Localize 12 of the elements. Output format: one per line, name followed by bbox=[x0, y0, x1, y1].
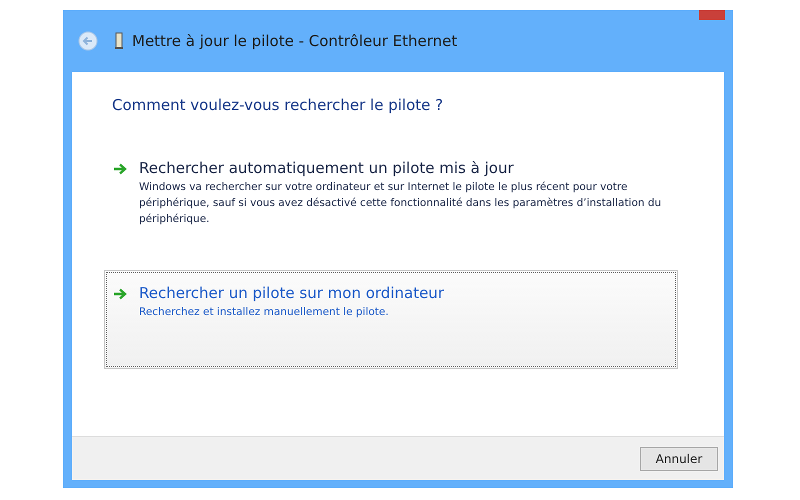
option-title: Rechercher automatiquement un pilote mis à jour bbox=[139, 158, 515, 178]
arrow-icon bbox=[113, 162, 129, 176]
option-description: Recherchez et installez manuellement le pilote. bbox=[139, 304, 390, 320]
option-description: Windows va rechercher sur votre ordinateur et sur Internet le pilote le plus récent pour votre périphérique, sauf si vous avez désactivé cette fonctionnalité dans les paramètres d’installation du périphérique. bbox=[139, 180, 662, 226]
cancel-button[interactable]: Annuler bbox=[640, 446, 718, 470]
window-title: Mettre à jour le pilote - Contrôleur Ethernet bbox=[132, 30, 458, 52]
page-heading: Comment voulez-vous rechercher le pilote ? bbox=[112, 95, 444, 116]
option-title: Rechercher un pilote sur mon ordinateur bbox=[139, 282, 444, 302]
device-icon bbox=[114, 32, 124, 50]
close-button[interactable] bbox=[699, 10, 725, 20]
arrow-icon bbox=[113, 286, 129, 300]
option-link[interactable]: Rechercher un pilote sur mon ordinateur Recherchez et installez manuellement le pilote. bbox=[104, 270, 678, 368]
